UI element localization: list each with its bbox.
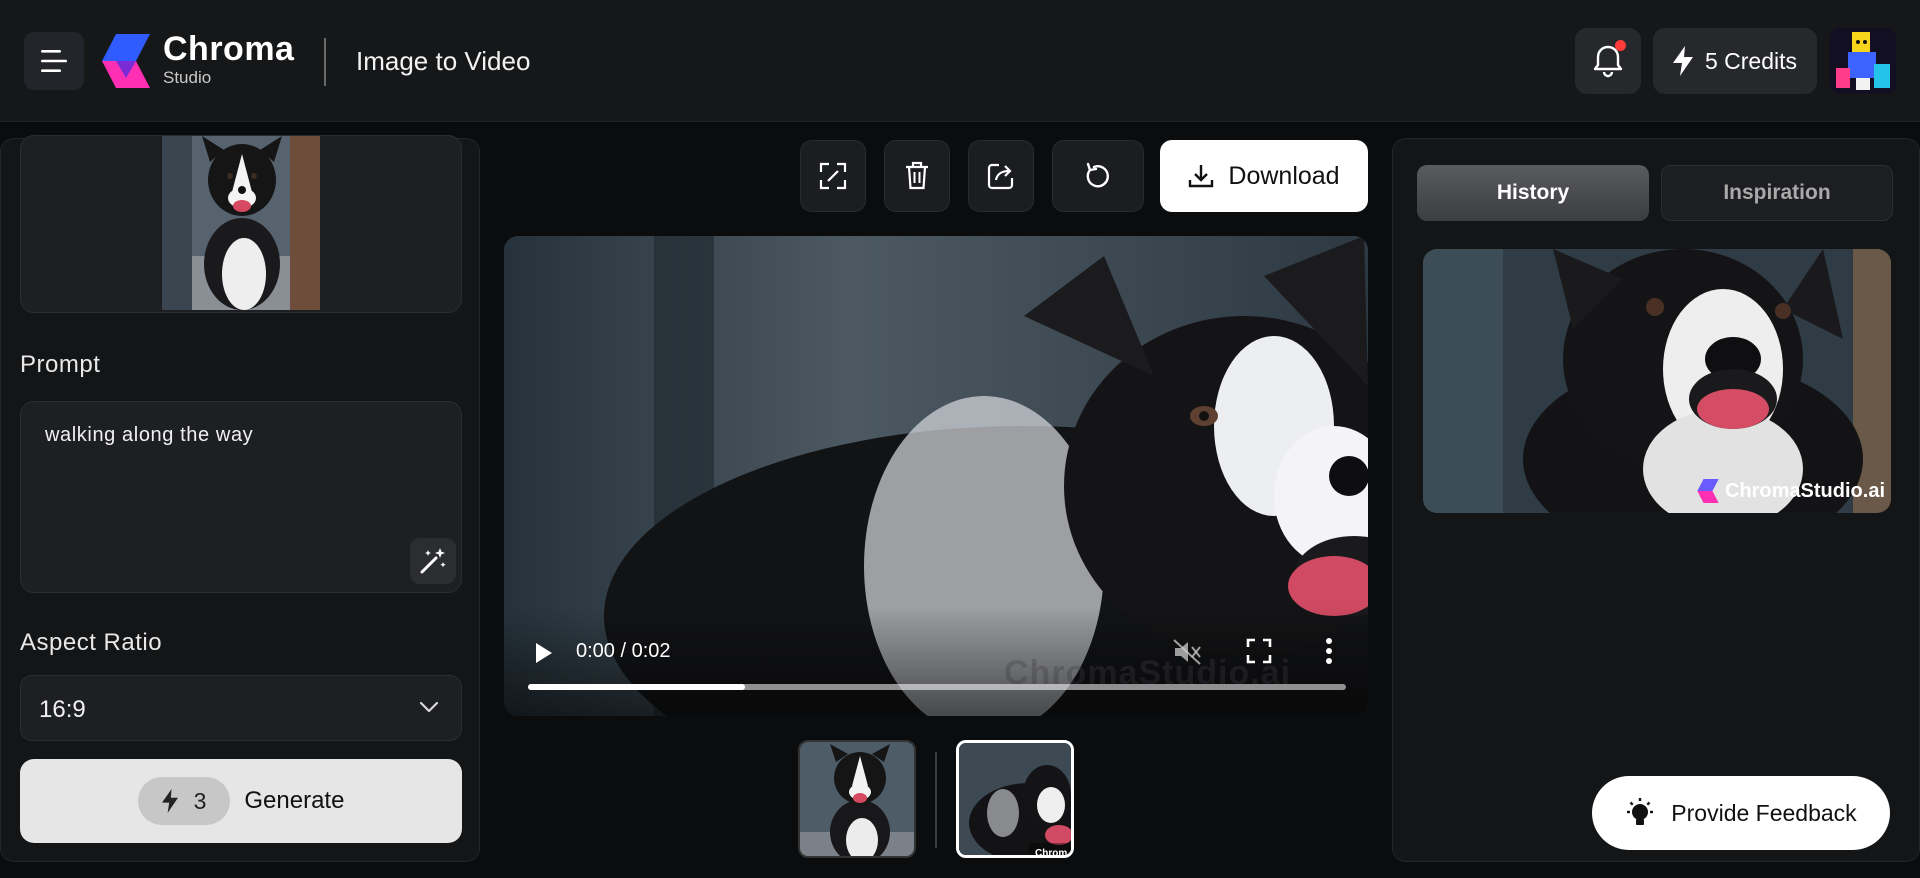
regenerate-button[interactable]: [1052, 140, 1144, 212]
refresh-icon: [1086, 162, 1109, 188]
source-image: [162, 136, 320, 310]
app-header: Chroma Studio Image to Video 5 Credits: [0, 0, 1920, 122]
thumbnail-source[interactable]: [798, 740, 916, 858]
right-panel: History Inspiration ChromaStudio.ai: [1392, 138, 1920, 862]
chroma-logo-icon: [102, 34, 150, 88]
expand-icon: [819, 162, 847, 190]
enhance-prompt-button[interactable]: [410, 538, 456, 584]
video-progress-fill: [528, 684, 745, 690]
download-label: Download: [1228, 161, 1340, 190]
generate-label: Generate: [244, 787, 345, 814]
fullscreen-icon[interactable]: [1246, 638, 1272, 664]
svg-text:Chrom: Chrom: [1035, 848, 1067, 858]
share-button[interactable]: [968, 140, 1034, 212]
magic-wand-icon: [420, 548, 446, 574]
header-divider: [324, 38, 326, 86]
notifications-button[interactable]: [1575, 28, 1641, 94]
video-player[interactable]: ChromaStudio.ai 0:00 / 0:02: [504, 236, 1368, 716]
brand-name: Chroma: [163, 30, 295, 68]
delete-button[interactable]: [884, 140, 950, 212]
menu-button[interactable]: [24, 32, 84, 90]
thumbnail-result[interactable]: Chrom: [956, 740, 1074, 858]
credits-button[interactable]: 5 Credits: [1653, 28, 1817, 94]
share-icon: [987, 163, 1014, 190]
prompt-value: walking along the way: [45, 424, 254, 446]
left-panel: Prompt walking along the way Aspect Rati…: [0, 135, 480, 862]
hamburger-menu-icon: [41, 50, 67, 72]
video-time: 0:00 / 0:02: [576, 640, 671, 662]
aspect-ratio-value: 16:9: [39, 696, 86, 723]
provide-feedback-button[interactable]: Provide Feedback: [1592, 776, 1890, 850]
credits-label: 5 Credits: [1704, 47, 1798, 74]
source-image-box[interactable]: [20, 135, 462, 313]
more-options-icon[interactable]: [1324, 636, 1334, 666]
lightbulb-icon: [1627, 798, 1654, 825]
provide-feedback-label: Provide Feedback: [1671, 799, 1857, 826]
muted-speaker-icon[interactable]: [1172, 638, 1202, 666]
chroma-logo-icon: [1697, 479, 1719, 503]
play-icon[interactable]: [530, 640, 556, 666]
download-button[interactable]: Download: [1160, 140, 1368, 212]
aspect-ratio-select[interactable]: 16:9: [20, 675, 462, 741]
generate-cost-chip: 3: [137, 777, 231, 825]
chevron-down-icon: [419, 701, 439, 713]
video-controls: 0:00 / 0:02: [504, 606, 1368, 716]
tab-history[interactable]: History: [1417, 165, 1649, 221]
card-watermark-text: ChromaStudio.ai: [1724, 479, 1885, 502]
aspect-ratio-label: Aspect Ratio: [20, 629, 163, 656]
download-icon: [1189, 165, 1214, 188]
trash-icon: [906, 161, 928, 190]
prompt-label: Prompt: [20, 351, 101, 378]
card-watermark: ChromaStudio.ai: [1697, 479, 1885, 503]
avatar[interactable]: [1830, 28, 1896, 94]
generate-button[interactable]: 3 Generate: [20, 759, 462, 843]
prompt-textarea[interactable]: walking along the way: [20, 401, 462, 593]
notification-dot: [1615, 40, 1626, 51]
avatar-image: [1830, 28, 1896, 94]
expand-button[interactable]: [800, 140, 866, 212]
lightning-icon: [1672, 46, 1693, 76]
video-progress-bar[interactable]: [528, 684, 1346, 690]
history-card[interactable]: ChromaStudio.ai: [1423, 249, 1891, 513]
page-title: Image to Video: [356, 46, 531, 76]
history-card-image: [1423, 249, 1891, 513]
generate-cost: 3: [193, 787, 207, 814]
tab-inspiration[interactable]: Inspiration: [1661, 165, 1893, 221]
thumbnail-divider: [935, 752, 937, 848]
brand-subtitle: Studio: [163, 68, 212, 87]
lightning-icon: [161, 789, 178, 813]
